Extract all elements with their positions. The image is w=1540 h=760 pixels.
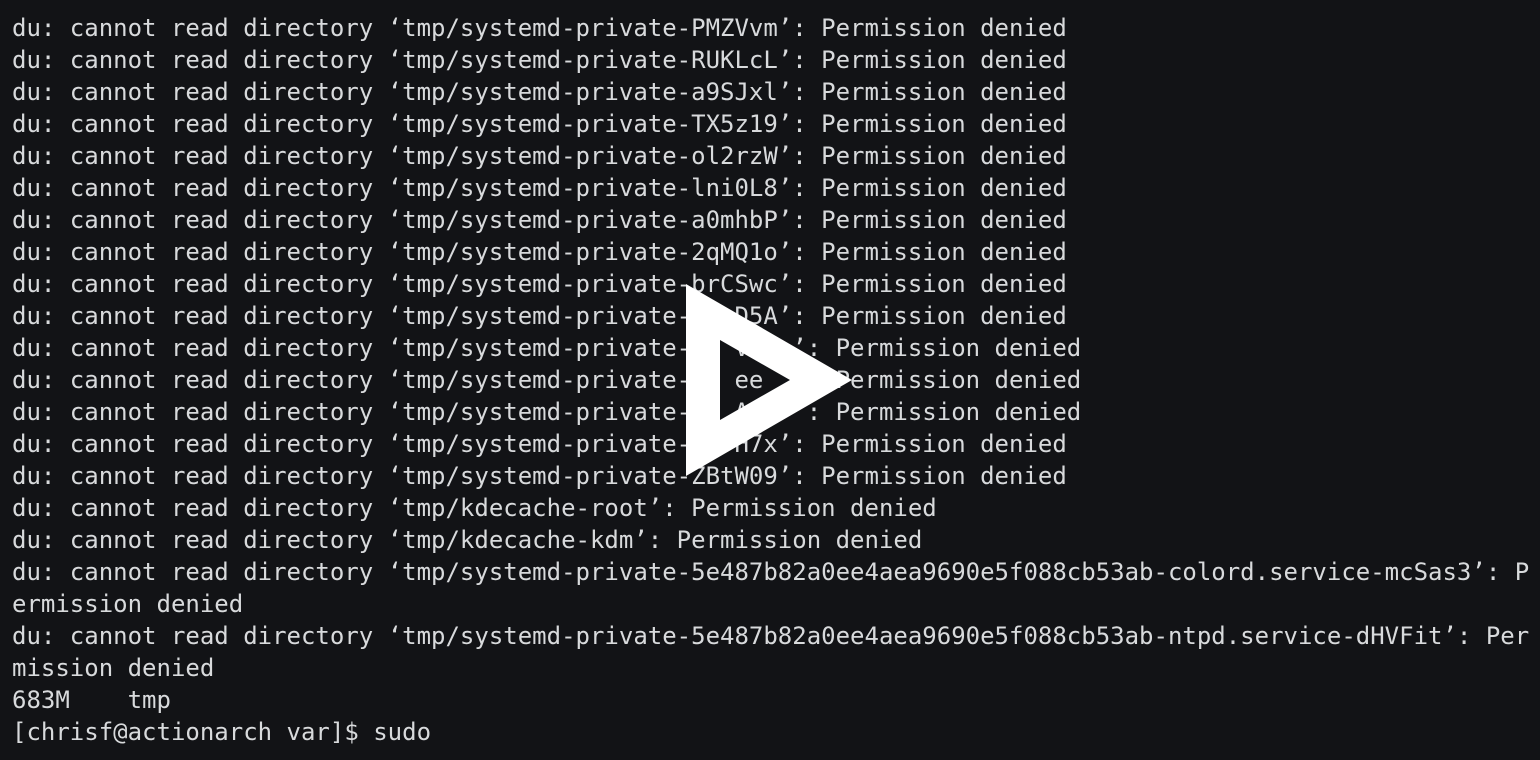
terminal-line: du: cannot read directory ‘tmp/systemd-p… bbox=[12, 206, 1067, 234]
terminal-line: du: cannot read directory ‘tmp/kdecache-… bbox=[12, 494, 937, 522]
terminal-line: du: cannot read directory ‘tmp/kdecache-… bbox=[12, 526, 923, 554]
terminal-line: du: cannot read directory ‘tmp/systemd-p… bbox=[12, 14, 1067, 42]
terminal-line: mission denied bbox=[12, 654, 215, 682]
terminal-line: du: cannot read directory ‘tmp/systemd-p… bbox=[12, 46, 1067, 74]
play-icon[interactable] bbox=[686, 284, 852, 476]
terminal-line: du: cannot read directory ‘tmp/systemd-p… bbox=[12, 622, 1530, 650]
terminal-line: du: cannot read directory ‘tmp/systemd-p… bbox=[12, 78, 1067, 106]
terminal-prompt[interactable]: [chrisf@actionarch var]$ sudo bbox=[12, 716, 1540, 748]
terminal-line: du: cannot read directory ‘tmp/systemd-p… bbox=[12, 238, 1067, 266]
terminal-line: du: cannot read directory ‘tmp/systemd-p… bbox=[12, 558, 1530, 586]
terminal-line: du: cannot read directory ‘tmp/systemd-p… bbox=[12, 110, 1067, 138]
terminal-line: ermission denied bbox=[12, 590, 244, 618]
terminal-line: du: cannot read directory ‘tmp/systemd-p… bbox=[12, 142, 1067, 170]
terminal-line: du: cannot read directory ‘tmp/systemd-p… bbox=[12, 174, 1067, 202]
terminal-line: 683M tmp bbox=[12, 686, 171, 714]
